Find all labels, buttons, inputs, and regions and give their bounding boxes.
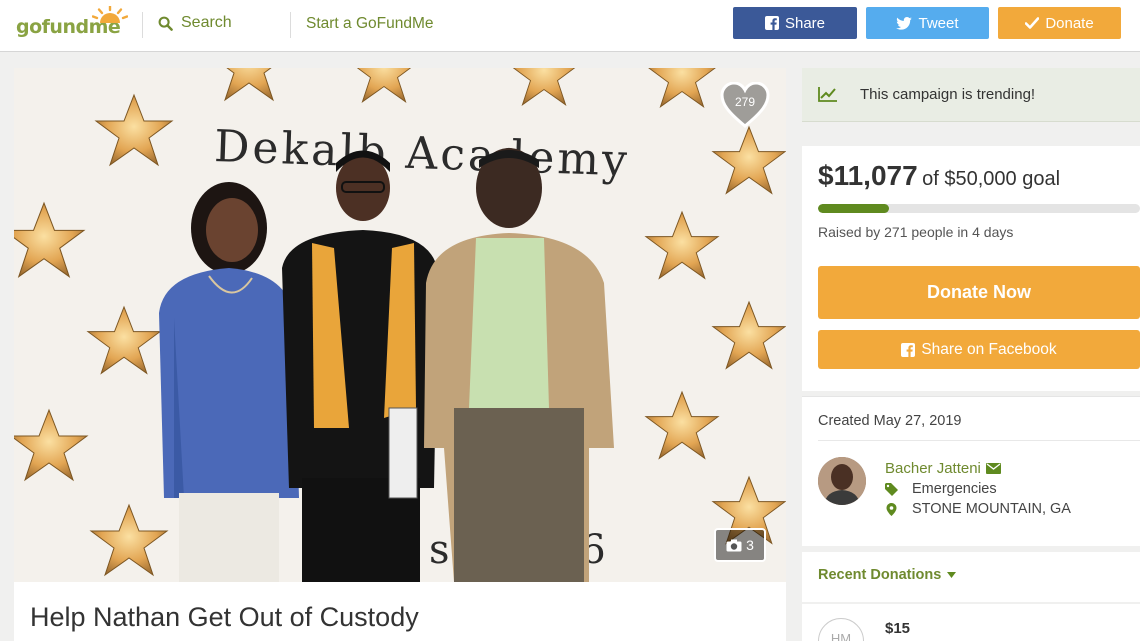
tweet-label: Tweet [918, 14, 959, 32]
donate-label: Donate [1045, 14, 1094, 32]
share-label: Share [784, 14, 826, 32]
photo-illustration: Dekalb Academy ss 16 [14, 68, 786, 582]
goal-card: $11,077 of $50,000 goal Raised by 271 pe… [802, 146, 1140, 391]
start-gofundme-link[interactable]: Start a GoFundMe [306, 15, 434, 33]
envelope-icon[interactable] [985, 463, 1001, 474]
trending-chart-icon [818, 87, 837, 102]
divider [818, 440, 1140, 441]
trending-text: This campaign is trending! [860, 86, 1036, 103]
photo-count: 3 [746, 537, 754, 553]
organizer-avatar[interactable] [818, 457, 866, 505]
facebook-icon [764, 16, 779, 30]
tweet-button[interactable]: Tweet [866, 7, 989, 39]
campaign-photo[interactable]: Dekalb Academy ss 16 [14, 68, 786, 582]
donate-button[interactable]: Donate [998, 7, 1121, 39]
created-date: Created May 27, 2019 [818, 413, 962, 429]
donate-now-button[interactable]: Donate Now [818, 266, 1140, 319]
header-divider [142, 12, 143, 38]
location-text: STONE MOUNTAIN, GA [912, 501, 1071, 517]
category-row[interactable]: Emergencies [885, 481, 997, 497]
avatar-image [818, 457, 866, 505]
search-link[interactable]: Search [158, 14, 232, 32]
raised-summary: $11,077 of $50,000 goal [818, 160, 1060, 192]
search-icon [158, 16, 173, 31]
checkmark-icon [1025, 17, 1040, 29]
sun-icon [92, 6, 128, 23]
category-text: Emergencies [912, 481, 997, 497]
search-label: Search [181, 14, 232, 31]
progress-bar-fill [818, 204, 889, 213]
header-divider [290, 12, 291, 38]
gofundme-logo[interactable]: gofundme [16, 6, 128, 42]
camera-icon [726, 539, 742, 551]
twitter-icon [896, 16, 913, 30]
map-pin-icon [886, 502, 897, 516]
goal-text: of $50,000 goal [922, 168, 1061, 190]
share-facebook-button[interactable]: Share on Facebook [818, 330, 1140, 369]
progress-bar [818, 204, 1140, 213]
share-facebook-label: Share on Facebook [921, 340, 1057, 358]
tag-icon [885, 482, 898, 496]
raised-by-text: Raised by 271 people in 4 days [818, 224, 1014, 240]
location-row: STONE MOUNTAIN, GA [885, 501, 1071, 517]
campaign-title: Help Nathan Get Out of Custody [30, 602, 419, 632]
donation-amount: $15 [885, 620, 911, 637]
donor-avatar: HM [818, 618, 864, 641]
site-header: gofundme Search Start a GoFundMe Share T… [0, 0, 1140, 52]
facebook-icon [901, 342, 916, 357]
heart-count: 279 [734, 95, 756, 109]
recent-donations-card: Recent Donations [802, 552, 1140, 602]
raised-amount: $11,077 [818, 160, 918, 191]
photo-count-button[interactable]: 3 [714, 528, 766, 562]
donation-item: HM $15 [802, 604, 1140, 641]
organizer-card: Created May 27, 2019 Bacher Jatteni Emer… [802, 396, 1140, 546]
organizer-name: Bacher Jatteni [885, 460, 981, 477]
caret-down-icon [947, 572, 957, 578]
trending-banner: This campaign is trending! [802, 68, 1140, 122]
recent-donations-toggle[interactable]: Recent Donations [818, 567, 957, 583]
organizer-name-link[interactable]: Bacher Jatteni [885, 460, 1001, 477]
share-button[interactable]: Share [733, 7, 857, 39]
campaign-title-card: Help Nathan Get Out of Custody [14, 582, 786, 641]
recent-donations-label: Recent Donations [818, 567, 942, 583]
